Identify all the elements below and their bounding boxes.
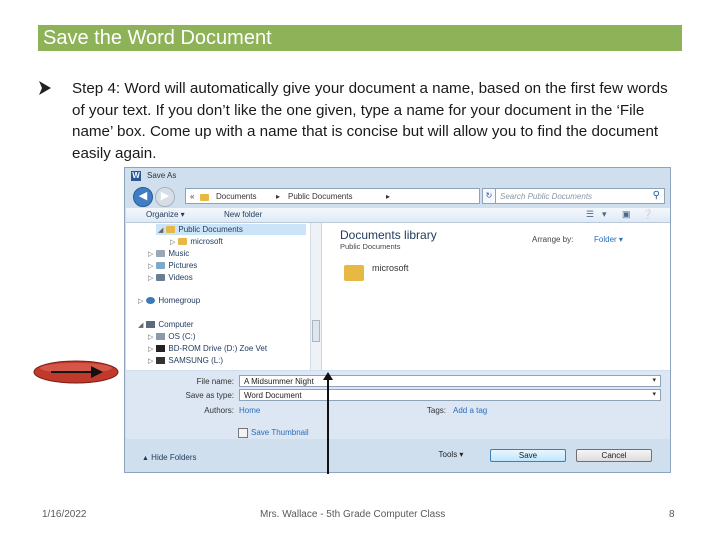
save-form: File name: A Midsummer Night ▾ Save as t… bbox=[126, 371, 670, 439]
nav-label: Homegroup bbox=[158, 296, 201, 305]
file-name-input[interactable]: A Midsummer Night ▾ bbox=[239, 375, 661, 387]
address-bar[interactable]: « Documents ▸ Public Documents ▸ bbox=[185, 188, 480, 204]
nav-scrollbar[interactable] bbox=[310, 223, 321, 370]
nav-item-videos[interactable]: ▷ Videos bbox=[148, 273, 193, 282]
page-number: 8 bbox=[669, 509, 675, 520]
navigation-row: ◀ ▶ « Documents ▸ Public Documents ▸ ↻ S… bbox=[125, 185, 670, 207]
save-thumbnail-checkbox[interactable] bbox=[238, 428, 248, 438]
nav-item-samsung[interactable]: ▷ SAMSUNG (L:) bbox=[148, 356, 223, 365]
nav-item-microsoft[interactable]: ▷ microsoft bbox=[170, 237, 223, 246]
hide-folders-button[interactable]: ▲ Hide Folders bbox=[142, 453, 197, 462]
nav-item-music[interactable]: ▷ Music bbox=[148, 249, 189, 258]
library-title: Documents library bbox=[340, 228, 437, 242]
save-as-dialog: W Save As ◀ ▶ « Documents ▸ Public Docum… bbox=[124, 167, 671, 473]
folder-icon[interactable] bbox=[344, 265, 364, 281]
save-type-select[interactable]: Word Document ▾ bbox=[239, 389, 661, 401]
file-name-label: File name: bbox=[196, 377, 234, 386]
nav-label: Music bbox=[168, 249, 190, 258]
arrange-by-dropdown[interactable]: Folder ▾ bbox=[594, 235, 623, 244]
address-lead: « bbox=[190, 192, 195, 201]
save-type-label: Save as type: bbox=[185, 391, 234, 400]
nav-item-computer[interactable]: ◢ Computer bbox=[138, 320, 194, 329]
dialog-toolbar: Organize ▾ New folder ☰ ▾ ▣ ❔ bbox=[126, 208, 670, 223]
save-type-value: Word Document bbox=[244, 391, 302, 400]
authors-label: Authors: bbox=[204, 406, 234, 415]
view-dropdown-icon[interactable]: ▾ bbox=[602, 209, 607, 220]
nav-item-public-documents[interactable]: ◢ Public Documents bbox=[158, 225, 243, 234]
save-type-dropdown-icon[interactable]: ▾ bbox=[652, 390, 656, 398]
nav-label: microsoft bbox=[190, 237, 223, 246]
dialog-title: Save As bbox=[147, 171, 177, 180]
refresh-button[interactable]: ↻ bbox=[482, 188, 496, 204]
step-text: Step 4: Word will automatically give you… bbox=[72, 80, 668, 162]
organize-menu[interactable]: Organize ▾ bbox=[146, 210, 185, 219]
search-input[interactable]: Search Public Documents ⚲ bbox=[495, 188, 665, 204]
back-button[interactable]: ◀ bbox=[133, 187, 153, 207]
forward-button[interactable]: ▶ bbox=[155, 187, 175, 207]
authors-value[interactable]: Home bbox=[239, 406, 260, 415]
library-subtitle: Public Documents bbox=[340, 242, 401, 251]
file-name-pointer-line bbox=[327, 378, 329, 474]
nav-label: Computer bbox=[158, 320, 194, 329]
nav-item-homegroup[interactable]: ▷ Homegroup bbox=[138, 296, 200, 305]
word-app-icon: W bbox=[131, 171, 141, 181]
nav-scroll-thumb[interactable] bbox=[312, 320, 320, 342]
nav-item-os-drive[interactable]: ▷ OS (C:) bbox=[148, 332, 196, 341]
cancel-button[interactable]: Cancel bbox=[576, 449, 652, 462]
tags-value[interactable]: Add a tag bbox=[453, 406, 487, 415]
help-icon[interactable]: ❔ bbox=[642, 209, 653, 220]
nav-label: Videos bbox=[168, 273, 193, 282]
view-options-icon[interactable]: ☰ bbox=[586, 209, 594, 220]
tags-label: Tags: bbox=[426, 406, 446, 415]
address-part-documents[interactable]: Documents bbox=[216, 192, 256, 201]
file-name-dropdown-icon[interactable]: ▾ bbox=[652, 376, 656, 384]
hide-folders-label: Hide Folders bbox=[151, 453, 197, 462]
footer-class-name: Mrs. Wallace - 5th Grade Computer Class bbox=[260, 509, 446, 520]
address-part-public-documents[interactable]: Public Documents bbox=[288, 192, 352, 201]
nav-label: OS (C:) bbox=[168, 332, 196, 341]
red-pointer-arrow-icon bbox=[33, 360, 119, 384]
nav-label: Pictures bbox=[168, 261, 198, 270]
tools-menu[interactable]: Tools ▾ bbox=[426, 449, 476, 462]
nav-item-pictures[interactable]: ▷ Pictures bbox=[148, 261, 197, 270]
dialog-bottom-bar: ▲ Hide Folders Tools ▾ Save Cancel bbox=[126, 440, 670, 472]
folder-item-microsoft[interactable]: microsoft bbox=[372, 263, 409, 273]
arrange-by-label: Arrange by: bbox=[532, 235, 574, 244]
preview-pane-icon[interactable]: ▣ bbox=[622, 209, 631, 220]
file-list-pane: Documents library Public Documents Arran… bbox=[322, 223, 670, 370]
footer-date: 1/16/2022 bbox=[42, 509, 87, 520]
search-placeholder: Search Public Documents bbox=[500, 192, 593, 201]
slide-title: Save the Word Document bbox=[43, 27, 272, 49]
save-thumbnail-label: Save Thumbnail bbox=[251, 428, 309, 437]
slide-title-bar: Save the Word Document bbox=[38, 25, 682, 51]
new-folder-button[interactable]: New folder bbox=[224, 210, 262, 219]
search-icon[interactable]: ⚲ bbox=[653, 190, 660, 201]
save-button[interactable]: Save bbox=[490, 449, 566, 462]
bullet-arrow-icon bbox=[39, 81, 51, 95]
dialog-titlebar: W Save As bbox=[125, 168, 670, 183]
nav-label: SAMSUNG (L:) bbox=[168, 356, 224, 365]
file-name-value: A Midsummer Night bbox=[244, 377, 314, 386]
nav-label: Public Documents bbox=[178, 225, 243, 234]
nav-label: BD-ROM Drive (D:) Zoe Vet bbox=[168, 344, 268, 353]
navigation-pane: ◢ Public Documents ▷ microsoft ▷ Music ▷ Pic… bbox=[126, 223, 322, 370]
address-separator[interactable]: ▸ bbox=[276, 192, 280, 201]
address-end-chevron[interactable]: ▸ bbox=[386, 192, 390, 201]
nav-item-bd-rom[interactable]: ▷ BD-ROM Drive (D:) Zoe Vet bbox=[148, 344, 267, 353]
